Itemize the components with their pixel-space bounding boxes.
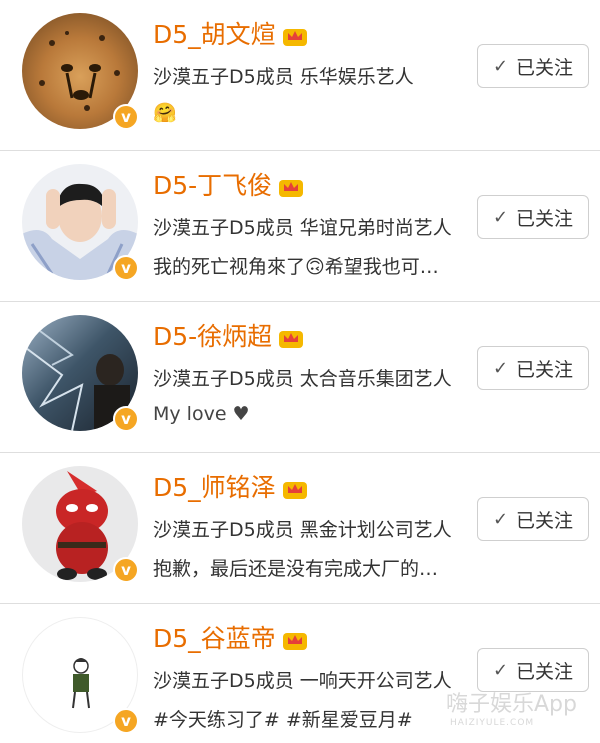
following-button[interactable]: ✓ 已关注	[477, 44, 589, 88]
user-description: 沙漠五子D5成员 黑金计划公司艺人	[153, 519, 452, 541]
list-item[interactable]: v D5_师铭泽 沙漠五子D5成员 黑金计划公司艺人 抱歉，最后还是没有完成大厂…	[0, 453, 600, 604]
check-icon: ✓	[492, 357, 509, 379]
user-name[interactable]: D5-徐炳超	[153, 320, 304, 354]
user-bio: 我的死亡视角來了🙃希望我也可…	[153, 256, 439, 278]
user-name-text[interactable]: D5_师铭泽	[153, 473, 276, 502]
list-item[interactable]: v D5-徐炳超 沙漠五子D5成员 太合音乐集团艺人 My love ♥ ✓ 已关…	[0, 302, 600, 453]
following-button[interactable]: ✓ 已关注	[477, 497, 589, 541]
watermark-text: 嗨子娱乐App	[446, 692, 577, 717]
crown-icon	[279, 180, 304, 197]
verified-badge-icon: v	[113, 104, 139, 130]
verified-badge-icon: v	[113, 406, 139, 432]
following-button[interactable]: ✓ 已关注	[477, 195, 589, 239]
user-bio: 抱歉，最后还是没有完成大厂的…	[153, 558, 439, 580]
check-icon: ✓	[492, 659, 509, 681]
watermark-subtext: HAIZIYULE.COM	[450, 718, 535, 728]
user-bio: 🤗	[153, 102, 177, 124]
list-item[interactable]: v D5_胡文煊 沙漠五子D5成员 乐华娱乐艺人 🤗 ✓ 已关注	[0, 0, 600, 151]
user-name[interactable]: D5_胡文煊	[153, 18, 308, 52]
check-icon: ✓	[492, 206, 509, 228]
following-label: 已关注	[516, 509, 574, 532]
user-name[interactable]: D5-丁飞俊	[153, 169, 304, 203]
user-name-text[interactable]: D5-徐炳超	[153, 322, 272, 351]
user-name-text[interactable]: D5_胡文煊	[153, 20, 276, 49]
watermark: 嗨子娱乐App HAIZIYULE.COM	[446, 686, 577, 728]
list-item[interactable]: v D5-丁飞俊 沙漠五子D5成员 华谊兄弟时尚艺人 我的死亡视角來了🙃希望我也…	[0, 151, 600, 302]
user-name-text[interactable]: D5_谷蓝帝	[153, 624, 276, 653]
check-icon: ✓	[492, 55, 509, 77]
user-description: 沙漠五子D5成员 华谊兄弟时尚艺人	[153, 217, 452, 239]
crown-icon	[282, 482, 307, 499]
user-name[interactable]: D5_谷蓝帝	[153, 622, 308, 656]
user-description: 沙漠五子D5成员 一响天开公司艺人	[153, 670, 452, 692]
verified-badge-icon: v	[113, 708, 139, 734]
check-icon: ✓	[492, 508, 509, 530]
crown-icon	[279, 331, 304, 348]
crown-icon	[282, 633, 307, 650]
verified-badge-icon: v	[113, 255, 139, 281]
following-label: 已关注	[516, 207, 574, 230]
following-label: 已关注	[516, 358, 574, 381]
user-bio: #今天练习了# #新星爱豆月#	[153, 709, 413, 731]
following-label: 已关注	[516, 56, 574, 79]
user-bio: My love ♥	[153, 403, 250, 425]
user-description: 沙漠五子D5成员 太合音乐集团艺人	[153, 368, 452, 390]
verified-badge-icon: v	[113, 557, 139, 583]
user-name[interactable]: D5_师铭泽	[153, 471, 308, 505]
following-button[interactable]: ✓ 已关注	[477, 346, 589, 390]
crown-icon	[282, 29, 307, 46]
following-label: 已关注	[516, 660, 574, 683]
user-name-text[interactable]: D5-丁飞俊	[153, 171, 272, 200]
user-description: 沙漠五子D5成员 乐华娱乐艺人	[153, 66, 414, 88]
